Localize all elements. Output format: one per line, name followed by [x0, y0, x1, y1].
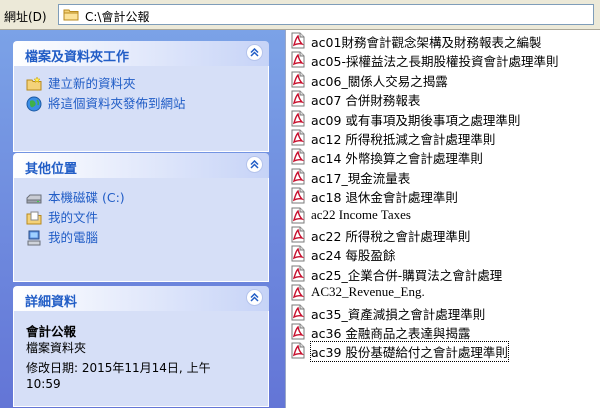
place-label: 我的文件 [48, 210, 99, 225]
folder-type: 檔案資料夾 [26, 341, 87, 355]
collapse-button[interactable] [246, 289, 263, 306]
pdf-file-icon [291, 187, 305, 204]
chevron-up-icon [250, 48, 259, 57]
pdf-file-icon [291, 245, 305, 262]
place-label: 我的電腦 [48, 230, 99, 245]
local-disk-icon [26, 194, 42, 204]
pdf-file-icon [291, 207, 305, 224]
pdf-file-icon [291, 110, 305, 127]
file-item[interactable]: ac22 所得稅之會計處理準則 [291, 225, 596, 244]
panel-header[interactable]: 其他位置 [13, 153, 269, 178]
file-name: ac07 合併財務報表 [311, 93, 421, 108]
panel-title: 詳細資料 [25, 295, 78, 310]
pdf-file-icon [291, 71, 305, 88]
file-item[interactable]: ac36 金融商品之表達與揭露 [291, 322, 596, 341]
pdf-file-icon [291, 51, 305, 68]
file-item[interactable]: ac17_現金流量表 [291, 167, 596, 186]
panel-title: 其他位置 [25, 162, 78, 177]
pdf-file-icon [291, 148, 305, 165]
file-name: ac12 所得稅抵減之會計處理準則 [311, 132, 496, 147]
file-name: ac35_資產減損之會計處理準則 [311, 307, 486, 322]
panel-body: 建立新的資料夾 將這個資料夾發佈到網站 [13, 66, 269, 152]
address-input[interactable]: C:\會計公報 [58, 4, 594, 25]
place-my-computer[interactable]: 我的電腦 [26, 228, 258, 248]
file-list: ac01財務會計觀念架構及財務報表之編製 ac05-採權益法之長期股權投資會計處… [287, 30, 600, 408]
my-computer-icon [27, 230, 41, 246]
place-label: 本機磁碟 (C:) [48, 190, 125, 205]
file-name: ac22 Income Taxes [311, 207, 411, 222]
file-item[interactable]: ac39 股份基礎給付之會計處理準則 [291, 341, 596, 362]
details-panel: 詳細資料 會計公報 檔案資料夾 修改日期: 2015年11月14日, 上午 10… [13, 286, 269, 407]
pdf-file-icon [291, 265, 305, 282]
task-pane: 檔案及資料夾工作 建立新的資料夾 將這個資料夾發佈到網站 其他位置 本機磁碟 (… [0, 30, 286, 408]
my-documents-icon [26, 211, 42, 225]
file-name: ac06_關係人交易之揭露 [311, 74, 448, 89]
file-item[interactable]: ac05-採權益法之長期股權投資會計處理準則 [291, 50, 596, 69]
pdf-file-icon [291, 304, 305, 321]
place-my-documents[interactable]: 我的文件 [26, 208, 258, 228]
panel-body: 本機磁碟 (C:) 我的文件 我的電腦 [13, 178, 269, 282]
file-name: ac01財務會計觀念架構及財務報表之編製 [311, 35, 542, 50]
file-name: ac09 或有事項及期後事項之處理準則 [311, 113, 521, 128]
task-label: 建立新的資料夾 [48, 76, 136, 91]
pdf-file-icon [291, 32, 305, 49]
file-item[interactable]: ac14 外幣換算之會計處理準則 [291, 147, 596, 166]
pdf-file-icon [291, 342, 305, 359]
panel-title: 檔案及資料夾工作 [25, 50, 130, 65]
task-new-folder[interactable]: 建立新的資料夾 [26, 74, 258, 94]
collapse-button[interactable] [246, 156, 263, 173]
file-item[interactable]: ac12 所得稅抵減之會計處理準則 [291, 128, 596, 147]
panel-body: 會計公報 檔案資料夾 修改日期: 2015年11月14日, 上午 10:59 [13, 311, 269, 407]
panel-header[interactable]: 檔案及資料夾工作 [13, 41, 269, 66]
file-item[interactable]: AC32_Revenue_Eng. [291, 283, 596, 302]
file-name: AC32_Revenue_Eng. [311, 284, 425, 299]
file-name: ac05-採權益法之長期股權投資會計處理準則 [311, 54, 559, 69]
pdf-file-icon [291, 284, 305, 301]
address-path: C:\會計公報 [85, 10, 150, 24]
file-name: ac17_現金流量表 [311, 171, 411, 186]
file-item[interactable]: ac24 每股盈餘 [291, 244, 596, 263]
task-label: 將這個資料夾發佈到網站 [48, 96, 186, 111]
pdf-file-icon [291, 129, 305, 146]
file-item[interactable]: ac07 合併財務報表 [291, 89, 596, 108]
collapse-button[interactable] [246, 44, 263, 61]
address-bar: 網址(D) C:\會計公報 [0, 0, 600, 30]
address-label: 網址(D) [4, 10, 47, 24]
file-item[interactable]: ac25_企業合併-購買法之會計處理 [291, 264, 596, 283]
file-item[interactable]: ac06_關係人交易之揭露 [291, 70, 596, 89]
pdf-file-icon [291, 226, 305, 243]
file-name: ac14 外幣換算之會計處理準則 [311, 151, 483, 166]
panel-header[interactable]: 詳細資料 [13, 286, 269, 311]
chevron-up-icon [250, 160, 259, 169]
file-name: ac22 所得稅之會計處理準則 [311, 229, 471, 244]
modified-date: 修改日期: 2015年11月14日, 上午 [26, 361, 211, 375]
file-item[interactable]: ac01財務會計觀念架構及財務報表之編製 [291, 31, 596, 50]
folder-icon [63, 9, 79, 21]
file-name: ac25_企業合併-購買法之會計處理 [311, 268, 503, 283]
new-folder-icon [26, 76, 42, 91]
file-item[interactable]: ac35_資產減損之會計處理準則 [291, 303, 596, 322]
file-name: ac39 股份基礎給付之會計處理準則 [310, 341, 509, 362]
pdf-file-icon [291, 90, 305, 107]
file-name: ac24 每股盈餘 [311, 248, 396, 263]
file-item[interactable]: ac18 退休金會計處理準則 [291, 186, 596, 205]
file-name: ac18 退休金會計處理準則 [311, 190, 458, 205]
task-publish-folder[interactable]: 將這個資料夾發佈到網站 [26, 94, 258, 114]
other-places-panel: 其他位置 本機磁碟 (C:) 我的文件 我的電腦 [13, 153, 269, 282]
modified-time: 10:59 [26, 377, 61, 391]
publish-web-icon [26, 96, 42, 112]
folder-name: 會計公報 [26, 324, 77, 339]
pdf-file-icon [291, 168, 305, 185]
place-local-disk[interactable]: 本機磁碟 (C:) [26, 188, 258, 208]
file-name: ac36 金融商品之表達與揭露 [311, 326, 471, 341]
file-folder-tasks-panel: 檔案及資料夾工作 建立新的資料夾 將這個資料夾發佈到網站 [13, 41, 269, 152]
pdf-file-icon [291, 323, 305, 340]
file-item[interactable]: ac22 Income Taxes [291, 206, 596, 225]
chevron-up-icon [250, 293, 259, 302]
file-item[interactable]: ac09 或有事項及期後事項之處理準則 [291, 109, 596, 128]
